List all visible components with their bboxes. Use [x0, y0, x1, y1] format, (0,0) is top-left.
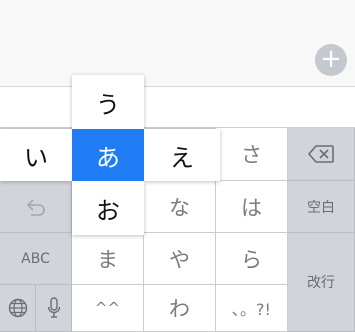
key-ra[interactable]: ら	[216, 233, 288, 285]
flick-option-o[interactable]: お	[72, 181, 144, 235]
flick-option-e[interactable]: え	[144, 129, 220, 181]
text-input-bar[interactable]	[0, 86, 355, 128]
enter-key[interactable]: 改行	[288, 233, 355, 332]
microphone-icon	[47, 297, 61, 319]
delete-icon	[308, 145, 334, 163]
key-emoticon[interactable]: ^^	[72, 285, 144, 332]
mic-key[interactable]	[36, 285, 72, 332]
key-punctuation[interactable]: ､。?!	[216, 285, 288, 332]
globe-icon	[8, 298, 28, 318]
flick-option-i[interactable]: い	[0, 129, 72, 181]
text-area: +	[0, 0, 355, 86]
space-key[interactable]: 空白	[288, 181, 355, 233]
globe-key[interactable]	[0, 285, 36, 332]
key-ya[interactable]: や	[144, 233, 216, 285]
undo-key[interactable]	[0, 181, 72, 233]
delete-key[interactable]	[288, 128, 355, 181]
key-ma[interactable]: ま	[72, 233, 144, 285]
undo-icon	[25, 197, 47, 217]
key-na[interactable]: な	[144, 181, 216, 233]
key-a-active[interactable]: あ	[72, 129, 144, 181]
flick-option-u[interactable]: う	[72, 75, 144, 129]
add-button[interactable]: +	[315, 44, 347, 76]
key-ha[interactable]: は	[216, 181, 288, 233]
key-wa[interactable]: わ	[144, 285, 216, 332]
key-sa[interactable]: さ	[216, 128, 288, 181]
abc-key[interactable]: ABC	[0, 233, 72, 285]
